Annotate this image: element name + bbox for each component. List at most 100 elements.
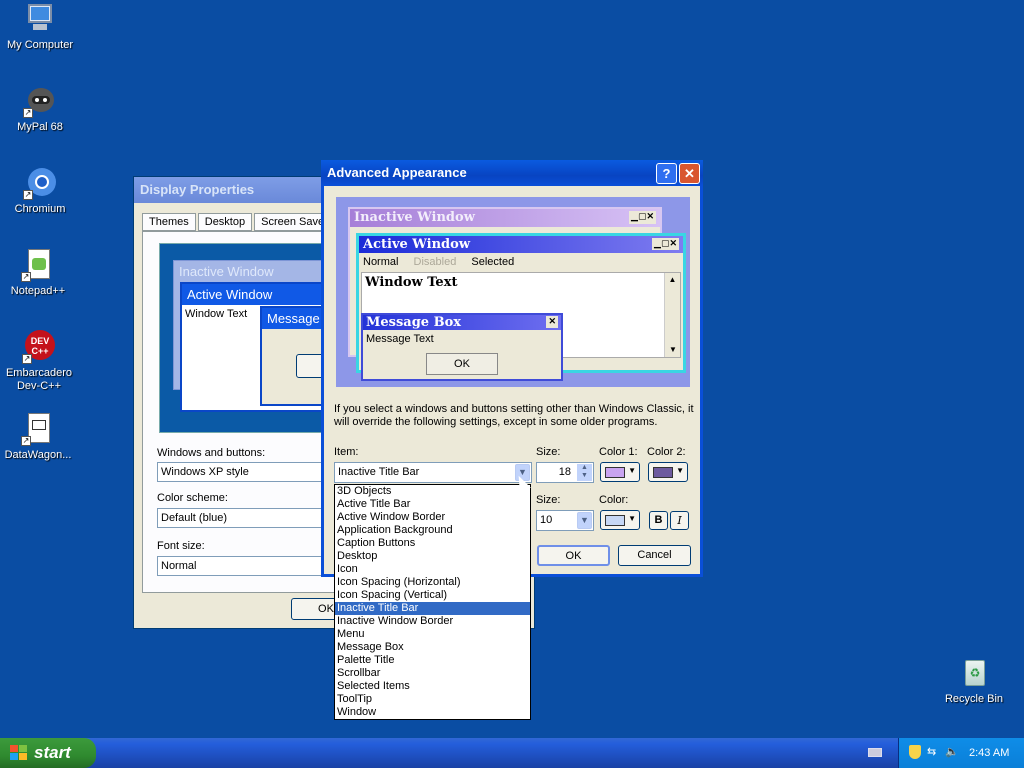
desktop-icon-chromium[interactable]: ↗ Chromium <box>0 166 80 216</box>
item-dropdown-option[interactable]: 3D Objects <box>335 485 530 498</box>
document-icon: ↗ <box>21 412 55 446</box>
raccoon-browser-icon: ↗ <box>23 84 57 118</box>
item-dropdown-option[interactable]: Active Window Border <box>335 511 530 524</box>
network-icon[interactable]: ⇆ <box>927 746 941 758</box>
close-button[interactable]: ✕ <box>679 163 700 184</box>
font-color-picker[interactable]: ▼ <box>600 510 640 530</box>
preview-message-ok: OK <box>426 353 498 375</box>
ok-button[interactable]: OK <box>537 545 610 566</box>
dialog-title: Advanced Appearance <box>327 165 467 180</box>
appearance-preview: Inactive Window ▁▢✕ Active Window ▁▢✕ No… <box>336 197 690 387</box>
chromium-icon: ↗ <box>23 166 57 200</box>
item-dropdown-option[interactable]: Active Title Bar <box>335 498 530 511</box>
keyboard-icon[interactable] <box>868 748 882 757</box>
color2-label: Color 2: <box>647 446 686 458</box>
desktop-icon-my-computer[interactable]: My Computer <box>0 2 80 52</box>
info-text: If you select a windows and buttons sett… <box>334 403 694 428</box>
computer-icon <box>23 2 57 36</box>
item-dropdown-list[interactable]: 3D Objects Active Title Bar Active Window … <box>334 484 531 720</box>
item-dropdown-option[interactable]: Icon Spacing (Vertical) <box>335 589 530 602</box>
color1-swatch <box>605 467 625 478</box>
preview-active-titlebar: Active Window ▁▢✕ <box>359 236 683 253</box>
clock[interactable]: 2:43 AM <box>969 738 1009 768</box>
font-size-select[interactable]: Normal <box>157 556 327 576</box>
tab-themes[interactable]: Themes <box>142 213 196 231</box>
windows-buttons-label: Windows and buttons: <box>157 447 266 459</box>
security-shield-icon[interactable] <box>909 745 921 759</box>
preview-menu-disabled: Disabled <box>413 256 457 268</box>
taskbar: start ⇆ 🔈 2:43 AM <box>0 738 1024 768</box>
item-dropdown-option[interactable]: Icon <box>335 563 530 576</box>
tab-desktop[interactable]: Desktop <box>197 213 253 231</box>
desktop-icon-devcpp[interactable]: DEV C++ ↗ Embarcadero Dev-C++ <box>0 330 79 393</box>
window-title: Display Properties <box>140 182 255 197</box>
tab-strip: Themes Desktop Screen Saver <box>142 213 335 231</box>
size-label: Size: <box>536 446 561 458</box>
bold-button[interactable]: B <box>649 511 668 530</box>
font-size-select[interactable]: 10 ▼ <box>536 510 594 531</box>
desktop-icon-label: Embarcadero Dev-C++ <box>5 367 73 392</box>
preview-message-title: Message Box <box>366 315 462 330</box>
desktop-icon-notepadpp[interactable]: ↗ Notepad++ <box>0 248 78 298</box>
color1-picker[interactable]: ▼ <box>600 462 640 482</box>
italic-button[interactable]: I <box>670 511 689 530</box>
item-dropdown-option[interactable]: Scrollbar <box>335 667 530 680</box>
desktop-icon-recycle-bin[interactable]: ♻ Recycle Bin <box>934 656 1014 706</box>
item-dropdown-option[interactable]: Window <box>335 706 530 719</box>
preview-inactive-titlebar: Inactive Window ▁▢✕ <box>350 209 660 227</box>
spinner-arrows-icon[interactable]: ▲ ▼ <box>577 464 592 481</box>
preview-menu-normal: Normal <box>363 256 399 268</box>
preview-menu-bar: Normal Disabled Selected <box>359 253 683 271</box>
item-label: Item: <box>334 446 359 458</box>
item-dropdown-option[interactable]: Inactive Title Bar <box>335 602 530 615</box>
item-select[interactable]: Inactive Title Bar ▼ <box>334 462 532 483</box>
shortcut-arrow-icon: ↗ <box>21 436 31 446</box>
font-size-label: Font size: <box>157 540 205 552</box>
system-tray: ⇆ 🔈 2:43 AM <box>898 738 1024 768</box>
size-spinner[interactable]: 18 ▲ ▼ <box>536 462 594 483</box>
shortcut-arrow-icon: ↗ <box>22 354 32 364</box>
color-scheme-label: Color scheme: <box>157 492 228 504</box>
desktop-icon-label: My Computer <box>6 39 74 51</box>
color1-label: Color 1: <box>599 446 638 458</box>
item-dropdown-option[interactable]: Inactive Window Border <box>335 615 530 628</box>
item-dropdown-option[interactable]: Caption Buttons <box>335 537 530 550</box>
color2-swatch <box>653 467 673 478</box>
display-preview: Inactive Window Active Window Window Tex… <box>159 243 350 433</box>
devcpp-icon: DEV C++ ↗ <box>22 330 56 364</box>
windows-flag-icon <box>10 745 28 761</box>
start-button[interactable]: start <box>0 738 96 768</box>
shortcut-arrow-icon: ↗ <box>23 108 33 118</box>
font-color-swatch <box>605 515 625 526</box>
item-dropdown-option[interactable]: Message Box <box>335 641 530 654</box>
shortcut-arrow-icon: ↗ <box>21 272 31 282</box>
item-dropdown-option[interactable]: Palette Title <box>335 654 530 667</box>
chevron-down-icon: ▼ <box>676 466 684 475</box>
desktop-icon-mypal[interactable]: ↗ MyPal 68 <box>0 84 80 134</box>
windows-buttons-select[interactable]: Windows XP style <box>157 462 327 482</box>
desktop-icon-datawagon[interactable]: ↗ DataWagon... <box>0 412 78 462</box>
item-dropdown-option[interactable]: Desktop <box>335 550 530 563</box>
font-color-label: Color: <box>599 494 629 506</box>
item-dropdown-option[interactable]: Icon Spacing (Horizontal) <box>335 576 530 589</box>
shortcut-arrow-icon: ↗ <box>23 190 33 200</box>
desktop-icon-label: DataWagon... <box>4 449 72 461</box>
advanced-appearance-titlebar[interactable]: Advanced Appearance ? ✕ <box>321 160 703 186</box>
color2-picker[interactable]: ▼ <box>648 462 688 482</box>
notepad-plus-plus-icon: ↗ <box>21 248 55 282</box>
item-dropdown-option[interactable]: Selected Items <box>335 680 530 693</box>
volume-icon[interactable]: 🔈 <box>945 746 959 758</box>
preview-window-text: Window Text <box>365 275 458 290</box>
item-dropdown-option[interactable]: Menu <box>335 628 530 641</box>
item-dropdown-option[interactable]: Application Background <box>335 524 530 537</box>
desktop-icon-label: Chromium <box>14 203 66 215</box>
preview-scrollbar: ▲ ▼ <box>664 273 680 357</box>
color-scheme-select[interactable]: Default (blue) <box>157 508 327 528</box>
help-button[interactable]: ? <box>656 163 677 184</box>
desktop-icon-label: Recycle Bin <box>944 693 1004 705</box>
desktop-icon-label: MyPal 68 <box>17 121 63 133</box>
item-dropdown-option[interactable]: ToolTip <box>335 693 530 706</box>
cancel-button[interactable]: Cancel <box>618 545 691 566</box>
preview-message-text: Message Text <box>366 333 434 345</box>
chevron-down-icon[interactable]: ▼ <box>577 512 592 529</box>
